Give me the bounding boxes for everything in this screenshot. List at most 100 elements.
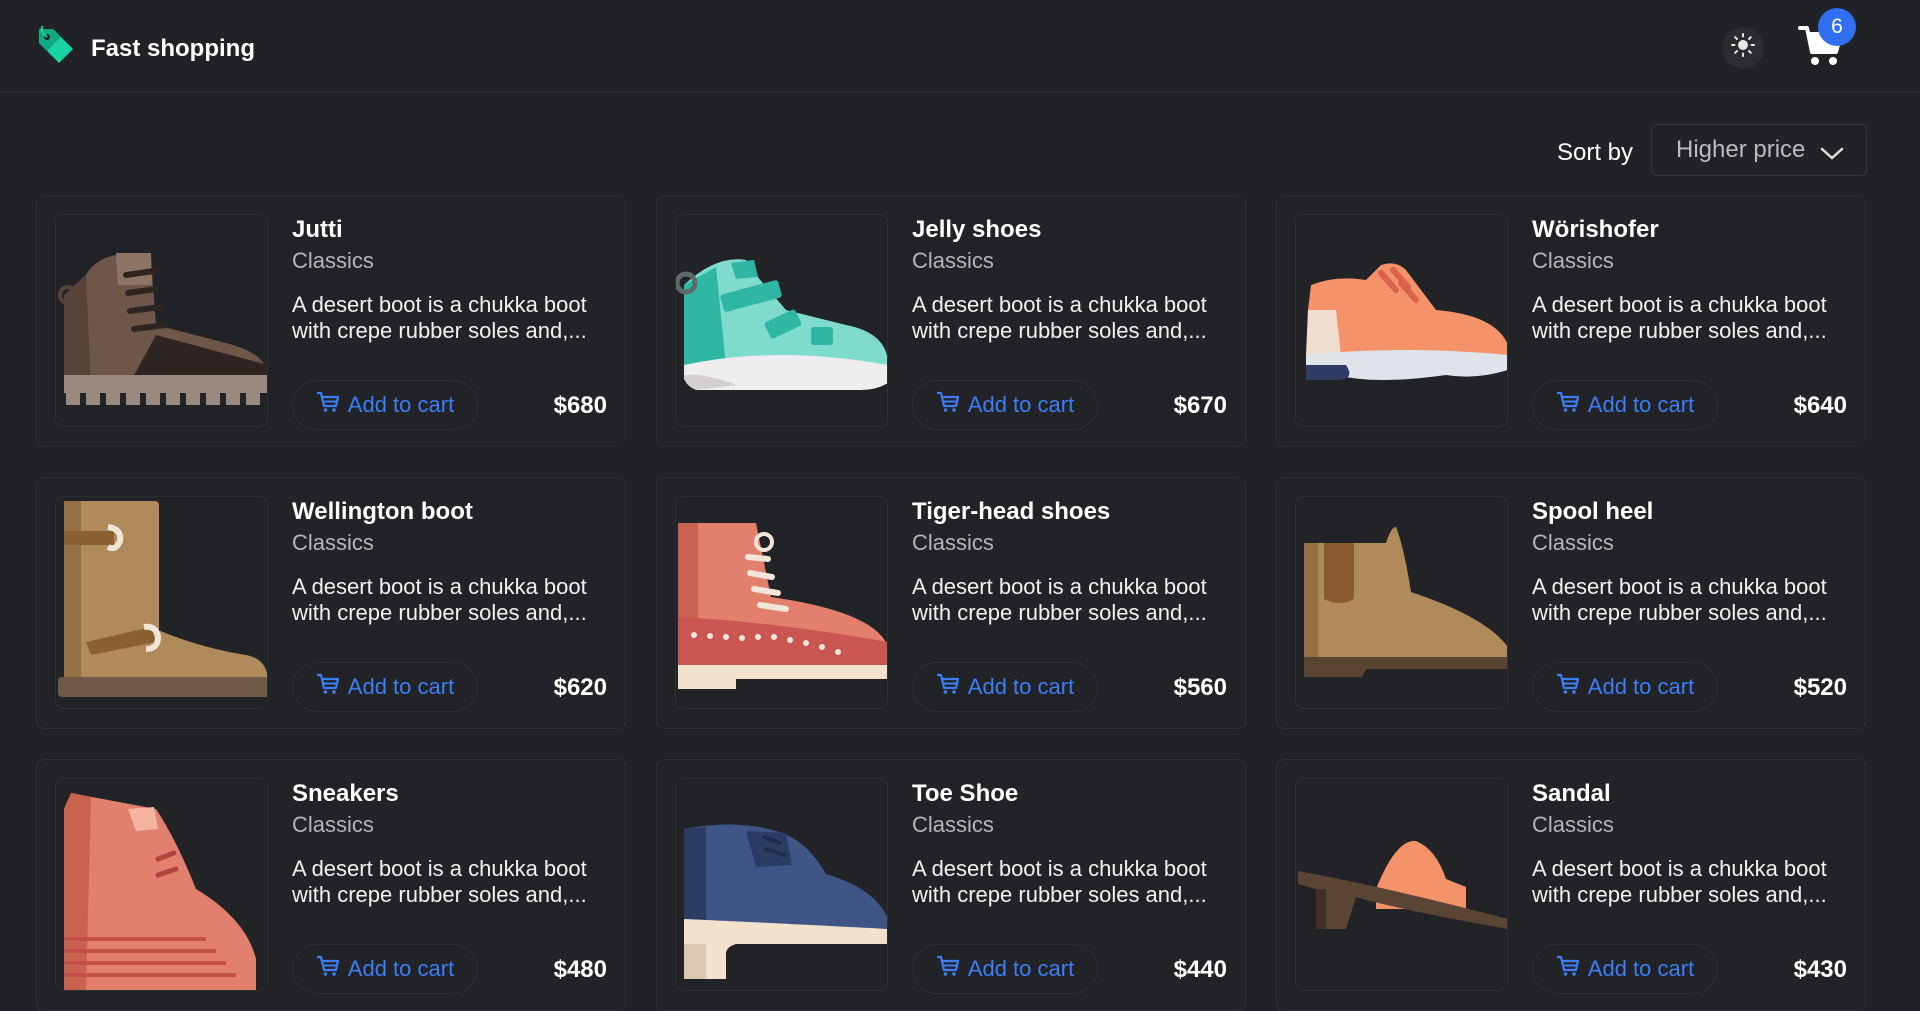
red-wedge-sneaker-icon xyxy=(64,793,256,990)
product-category: Classics xyxy=(292,248,374,273)
add-to-cart-label: Add to cart xyxy=(1587,392,1695,417)
product-name[interactable]: Wellington boot xyxy=(292,498,473,526)
cart-icon xyxy=(1796,26,1846,74)
cart-icon xyxy=(936,391,960,419)
product-price: $480 xyxy=(553,956,607,983)
product-card: Wellington boot Classics A desert boot i… xyxy=(36,477,626,729)
product-price: $430 xyxy=(1793,956,1847,983)
product-category: Classics xyxy=(912,812,994,837)
product-image[interactable] xyxy=(1295,778,1508,991)
product-category: Classics xyxy=(1532,248,1614,273)
brand-name: Fast shopping xyxy=(91,34,255,62)
sort-bar: Sort by Higher price xyxy=(0,124,1920,178)
product-price: $520 xyxy=(1793,674,1847,701)
add-to-cart-button[interactable]: Add to cart xyxy=(292,662,478,712)
product-image[interactable] xyxy=(1295,496,1508,709)
add-to-cart-label: Add to cart xyxy=(967,392,1075,417)
product-name[interactable]: Toe Shoe xyxy=(912,780,1018,808)
add-to-cart-button[interactable]: Add to cart xyxy=(912,944,1098,994)
add-to-cart-label: Add to cart xyxy=(967,956,1075,981)
cart-icon xyxy=(1556,673,1580,701)
add-to-cart-label: Add to cart xyxy=(1587,956,1695,981)
product-description: A desert boot is a chukka boot with crep… xyxy=(292,292,587,343)
product-name[interactable]: Sneakers xyxy=(292,780,399,808)
product-category: Classics xyxy=(1532,530,1614,555)
add-to-cart-button[interactable]: Add to cart xyxy=(292,380,478,430)
product-description: A desert boot is a chukka boot with crep… xyxy=(1532,292,1827,343)
product-card: Wörishofer Classics A desert boot is a c… xyxy=(1276,195,1866,447)
brown-hiking-boot-icon xyxy=(58,253,267,405)
chevron-down-icon xyxy=(1820,141,1844,169)
product-category: Classics xyxy=(292,530,374,555)
product-image[interactable] xyxy=(55,778,268,991)
product-price: $560 xyxy=(1173,674,1227,701)
product-price: $680 xyxy=(553,392,607,419)
product-card: Jelly shoes Classics A desert boot is a … xyxy=(656,195,1246,447)
cart-icon xyxy=(1556,955,1580,983)
cart-icon xyxy=(936,673,960,701)
cart-icon xyxy=(1556,391,1580,419)
cart-icon xyxy=(936,955,960,983)
product-description: A desert boot is a chukka boot with crep… xyxy=(1532,856,1827,907)
add-to-cart-label: Add to cart xyxy=(1587,674,1695,699)
sort-select[interactable]: Higher price xyxy=(1651,124,1867,176)
product-price: $620 xyxy=(553,674,607,701)
add-to-cart-button[interactable]: Add to cart xyxy=(912,662,1098,712)
cart-icon xyxy=(316,673,340,701)
product-name[interactable]: Jelly shoes xyxy=(912,216,1041,244)
sort-label: Sort by xyxy=(1556,139,1633,166)
cart-icon xyxy=(316,955,340,983)
add-to-cart-label: Add to cart xyxy=(967,674,1075,699)
product-image[interactable] xyxy=(675,778,888,991)
theme-toggle-button[interactable] xyxy=(1722,27,1764,69)
cart-icon xyxy=(316,391,340,419)
product-category: Classics xyxy=(1532,812,1614,837)
add-to-cart-button[interactable]: Add to cart xyxy=(1532,944,1718,994)
product-name[interactable]: Wörishofer xyxy=(1532,216,1659,244)
brand[interactable]: Fast shopping xyxy=(35,25,255,71)
add-to-cart-label: Add to cart xyxy=(347,392,455,417)
top-bar: Fast shopping 6 xyxy=(0,0,1920,92)
product-price: $440 xyxy=(1173,956,1227,983)
product-card: Tiger-head shoes Classics A desert boot … xyxy=(656,477,1246,729)
product-name[interactable]: Spool heel xyxy=(1532,498,1653,526)
product-name[interactable]: Jutti xyxy=(292,216,343,244)
cart-count-badge: 6 xyxy=(1818,8,1856,46)
product-category: Classics xyxy=(912,248,994,273)
tan-tall-boot-icon xyxy=(58,501,267,697)
product-card: Sandal Classics A desert boot is a chukk… xyxy=(1276,759,1866,1011)
add-to-cart-button[interactable]: Add to cart xyxy=(912,380,1098,430)
product-image[interactable] xyxy=(55,496,268,709)
product-category: Classics xyxy=(912,530,994,555)
sort-selected-value: Higher price xyxy=(1676,136,1806,163)
add-to-cart-button[interactable]: Add to cart xyxy=(292,944,478,994)
tan-chelsea-boot-icon xyxy=(1304,527,1507,677)
product-card: Spool heel Classics A desert boot is a c… xyxy=(1276,477,1866,729)
teal-high-top-sneaker-icon xyxy=(676,259,887,390)
price-tag-icon xyxy=(35,25,77,71)
sun-icon xyxy=(1731,33,1755,63)
orange-heeled-sandal-icon xyxy=(1298,840,1507,929)
add-to-cart-label: Add to cart xyxy=(347,956,455,981)
add-to-cart-button[interactable]: Add to cart xyxy=(1532,380,1718,430)
product-price: $670 xyxy=(1173,392,1227,419)
product-name[interactable]: Sandal xyxy=(1532,780,1611,808)
orange-running-shoe-icon xyxy=(1306,263,1507,380)
product-card: Sneakers Classics A desert boot is a chu… xyxy=(36,759,626,1011)
product-image[interactable] xyxy=(55,214,268,427)
product-image[interactable] xyxy=(1295,214,1508,427)
add-to-cart-button[interactable]: Add to cart xyxy=(1532,662,1718,712)
add-to-cart-label: Add to cart xyxy=(347,674,455,699)
product-description: A desert boot is a chukka boot with crep… xyxy=(912,574,1207,625)
product-description: A desert boot is a chukka boot with crep… xyxy=(912,856,1207,907)
product-image[interactable] xyxy=(675,214,888,427)
product-image[interactable] xyxy=(675,496,888,709)
red-lace-boot-icon xyxy=(678,523,887,689)
product-description: A desert boot is a chukka boot with crep… xyxy=(912,292,1207,343)
product-category: Classics xyxy=(292,812,374,837)
blue-heeled-oxford-icon xyxy=(684,824,887,979)
product-price: $640 xyxy=(1793,392,1847,419)
product-description: A desert boot is a chukka boot with crep… xyxy=(292,856,587,907)
product-card: Jutti Classics A desert boot is a chukka… xyxy=(36,195,626,447)
product-name[interactable]: Tiger-head shoes xyxy=(912,498,1110,526)
